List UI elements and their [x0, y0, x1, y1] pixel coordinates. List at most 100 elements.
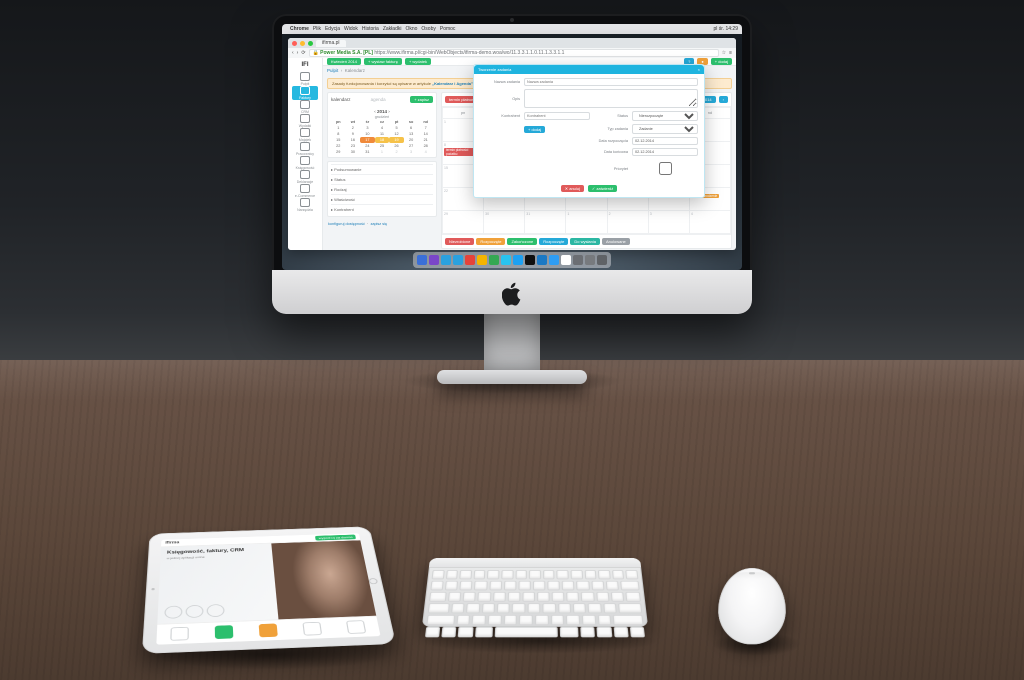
tab-calendar[interactable]: kalendarz	[331, 97, 368, 102]
badge-icon	[207, 604, 225, 617]
dock-app-icon[interactable]	[489, 255, 499, 265]
dock-app-icon[interactable]	[585, 255, 595, 265]
nav-fwd-icon[interactable]: ›	[297, 50, 299, 56]
sidebar-icon	[300, 170, 310, 179]
window-max-icon[interactable]	[308, 41, 313, 46]
modal-add-button[interactable]: + dodaj	[524, 126, 545, 133]
sidebar-item-wydatki[interactable]: Wydatki	[292, 114, 318, 128]
dock-app-icon[interactable]	[441, 255, 451, 265]
browser-menu-icon[interactable]: ≡	[729, 50, 732, 56]
filter-właściwość[interactable]: ▸ Właściwość	[331, 194, 433, 204]
period-pill[interactable]: Kwiecień 2014	[327, 58, 361, 65]
sidebar-icon	[300, 128, 310, 137]
sidebar-item-crm[interactable]: CRM	[292, 100, 318, 114]
filter-rodzaj[interactable]: ▸ Rodzaj	[331, 184, 433, 194]
task-name-input[interactable]	[524, 78, 698, 86]
ipad-site-logo[interactable]: ifirma	[165, 541, 179, 545]
filter-podsumowanie[interactable]: ▸ Podsumowanie	[331, 164, 433, 174]
modal-submit-button[interactable]: ✓ zatwierdź	[588, 185, 617, 192]
mini-calendar[interactable]: ‹ 2014 › grudzień pnwtśrczptsond12345678…	[328, 106, 436, 157]
lock-icon: 🔒	[313, 50, 319, 56]
mac-dock[interactable]	[413, 252, 611, 268]
sidebar-item-faktury[interactable]: Faktury	[292, 86, 318, 100]
priority-checkbox[interactable]	[636, 162, 695, 175]
sidebar-icon	[300, 100, 310, 109]
modal-title: Tworzenie zadania	[478, 67, 511, 72]
legend-pill: Zakończone	[507, 238, 537, 245]
badge-icon	[164, 606, 182, 619]
app-sidebar: IFI PulpitFakturyCRMWydatkiMajątekPracow…	[288, 58, 323, 250]
dock-app-icon[interactable]	[501, 255, 511, 265]
legend-pill: Niezrobione	[445, 238, 474, 245]
modal-cancel-button[interactable]: ✕ anuluj	[561, 185, 584, 192]
modal-close-icon[interactable]: ×	[698, 67, 700, 72]
browser-window: ifirma.pl ‹ › ⟳ 🔒 Power Media S.A. [PL] …	[288, 38, 736, 250]
feature-icon	[303, 622, 323, 636]
menubar-app[interactable]: Chrome	[290, 26, 309, 32]
type-select[interactable]: Zadanie	[632, 124, 698, 134]
mac-menubar[interactable]: Chrome Plik Edycja Widok Historia Zakład…	[282, 24, 742, 34]
bookmark-icon[interactable]: ☆	[722, 50, 726, 56]
filter-kontrahent[interactable]: ▸ Kontrahent	[331, 204, 433, 214]
cal-next-button[interactable]: ›	[719, 96, 728, 103]
sidebar-icon	[300, 114, 310, 123]
window-close-icon[interactable]	[292, 41, 297, 46]
sidebar-icon	[300, 142, 310, 151]
add-invoice-button[interactable]: + wystaw fakturę	[364, 58, 402, 65]
sidebar-icon	[300, 184, 310, 193]
legend-pill: Rozpoczęte	[476, 238, 505, 245]
sidebar-item-narzędzia[interactable]: Narzędzia	[292, 198, 318, 212]
legend-pill: Anulowane	[602, 238, 630, 245]
end-date-input[interactable]	[632, 148, 698, 156]
dock-app-icon[interactable]	[465, 255, 475, 265]
create-task-modal: Tworzenie zadania × Nazwa zadania Opis K…	[473, 64, 705, 198]
filter-status[interactable]: ▸ Status	[331, 174, 433, 184]
mini-add-button[interactable]: + zapisz	[410, 96, 433, 103]
alert-link[interactable]: „Kalendarz i Agenda”	[432, 81, 473, 86]
dock-app-icon[interactable]	[597, 255, 607, 265]
dock-app-icon[interactable]	[417, 255, 427, 265]
tab-agenda[interactable]: agenda	[371, 97, 408, 102]
window-min-icon[interactable]	[300, 41, 305, 46]
address-bar[interactable]: 🔒 Power Media S.A. [PL] https://www.ifir…	[309, 49, 719, 57]
contractor-input[interactable]	[524, 112, 590, 120]
sidebar-item-majątek[interactable]: Majątek	[292, 128, 318, 142]
dock-app-icon[interactable]	[573, 255, 583, 265]
sidebar-icon	[300, 86, 310, 95]
dock-app-icon[interactable]	[477, 255, 487, 265]
nav-reload-icon[interactable]: ⟳	[301, 50, 305, 56]
browser-tab[interactable]: ifirma.pl	[316, 40, 346, 47]
subscribe-link[interactable]: zapisz się	[370, 222, 387, 226]
apple-keyboard	[422, 558, 648, 627]
task-desc-input[interactable]	[524, 89, 698, 108]
ipad-cta-button[interactable]: wypróbuj za darmo	[315, 534, 356, 540]
dock-app-icon[interactable]	[429, 255, 439, 265]
menubar-status: pl śr. 14:29	[714, 26, 738, 32]
sidebar-item-pulpit[interactable]: Pulpit	[292, 72, 318, 86]
config-link[interactable]: konfiguruj dostępność	[328, 222, 365, 226]
badge-icon	[186, 605, 204, 618]
status-select[interactable]: Nierozpoczęte	[632, 111, 698, 121]
ipad-camera	[151, 588, 154, 590]
dock-app-icon[interactable]	[549, 255, 559, 265]
sidebar-item-e-commerce[interactable]: e-Commerce	[292, 184, 318, 198]
dock-app-icon[interactable]	[525, 255, 535, 265]
add-new-button[interactable]: + dodaj	[711, 58, 732, 65]
dock-app-icon[interactable]	[453, 255, 463, 265]
dock-app-icon[interactable]	[513, 255, 523, 265]
nav-back-icon[interactable]: ‹	[292, 50, 294, 56]
imac-camera	[510, 18, 514, 22]
sidebar-item-księgowość[interactable]: Księgowość	[292, 156, 318, 170]
ipad-home-button[interactable]	[368, 578, 378, 584]
sidebar-item-pracownicy[interactable]: Pracownicy	[292, 142, 318, 156]
app-logo[interactable]: IFI	[302, 62, 309, 68]
sidebar-icon	[300, 156, 310, 165]
legend-pill: Do wysłania	[570, 238, 600, 245]
sidebar-item-deklaracje[interactable]: Deklaracje	[292, 170, 318, 184]
dock-app-icon[interactable]	[537, 255, 547, 265]
start-date-input[interactable]	[632, 137, 698, 145]
ipad: ifirma wypróbuj za darmo Księgowość, fak…	[142, 526, 396, 654]
add-cost-button[interactable]: + wydatek	[405, 58, 431, 65]
ipad-subhead: w jednej aplikacji online	[167, 554, 267, 560]
dock-app-icon[interactable]	[561, 255, 571, 265]
